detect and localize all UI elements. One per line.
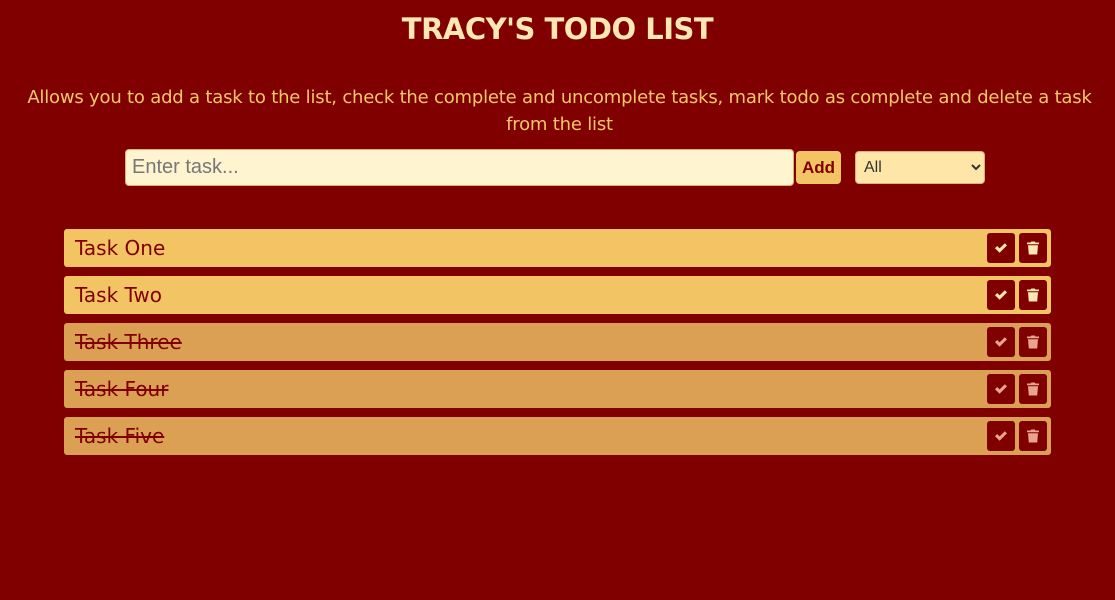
todo-list: Task One Task Two Task Three Task Four T… [64,229,1051,464]
trash-icon [1027,335,1039,349]
trash-icon [1027,241,1039,255]
todo-text: Task Four [75,377,169,401]
delete-button[interactable] [1019,327,1047,357]
delete-button[interactable] [1019,233,1047,263]
todo-text: Task Three [75,330,182,354]
todo-text: Task One [75,236,166,260]
todo-item: Task Two [64,276,1051,314]
todo-item: Task Three [64,323,1051,361]
task-input[interactable] [125,149,794,186]
todo-text: Task Two [75,283,163,307]
todo-actions [983,280,1047,310]
trash-icon [1027,429,1039,443]
todo-item: Task Five [64,417,1051,455]
complete-button[interactable] [987,280,1015,310]
todo-actions [983,327,1047,357]
add-button[interactable]: Add [796,151,841,184]
todo-actions [983,421,1047,451]
complete-button[interactable] [987,327,1015,357]
check-icon [995,431,1007,441]
page-title: TRACY'S TODO LIST [401,12,714,46]
todo-item: Task Four [64,370,1051,408]
delete-button[interactable] [1019,421,1047,451]
delete-button[interactable] [1019,280,1047,310]
check-icon [995,384,1007,394]
todo-actions [983,233,1047,263]
trash-icon [1027,288,1039,302]
todo-text: Task Five [75,424,165,448]
filter-select[interactable]: All [855,151,985,184]
todo-actions [983,374,1047,404]
check-icon [995,290,1007,300]
complete-button[interactable] [987,374,1015,404]
complete-button[interactable] [987,233,1015,263]
check-icon [995,337,1007,347]
todo-app: TRACY'S TODO LIST Allows you to add a ta… [0,0,1115,600]
delete-button[interactable] [1019,374,1047,404]
app-description: Allows you to add a task to the list, ch… [27,87,1092,135]
trash-icon [1027,382,1039,396]
check-icon [995,243,1007,253]
complete-button[interactable] [987,421,1015,451]
todo-item: Task One [64,229,1051,267]
